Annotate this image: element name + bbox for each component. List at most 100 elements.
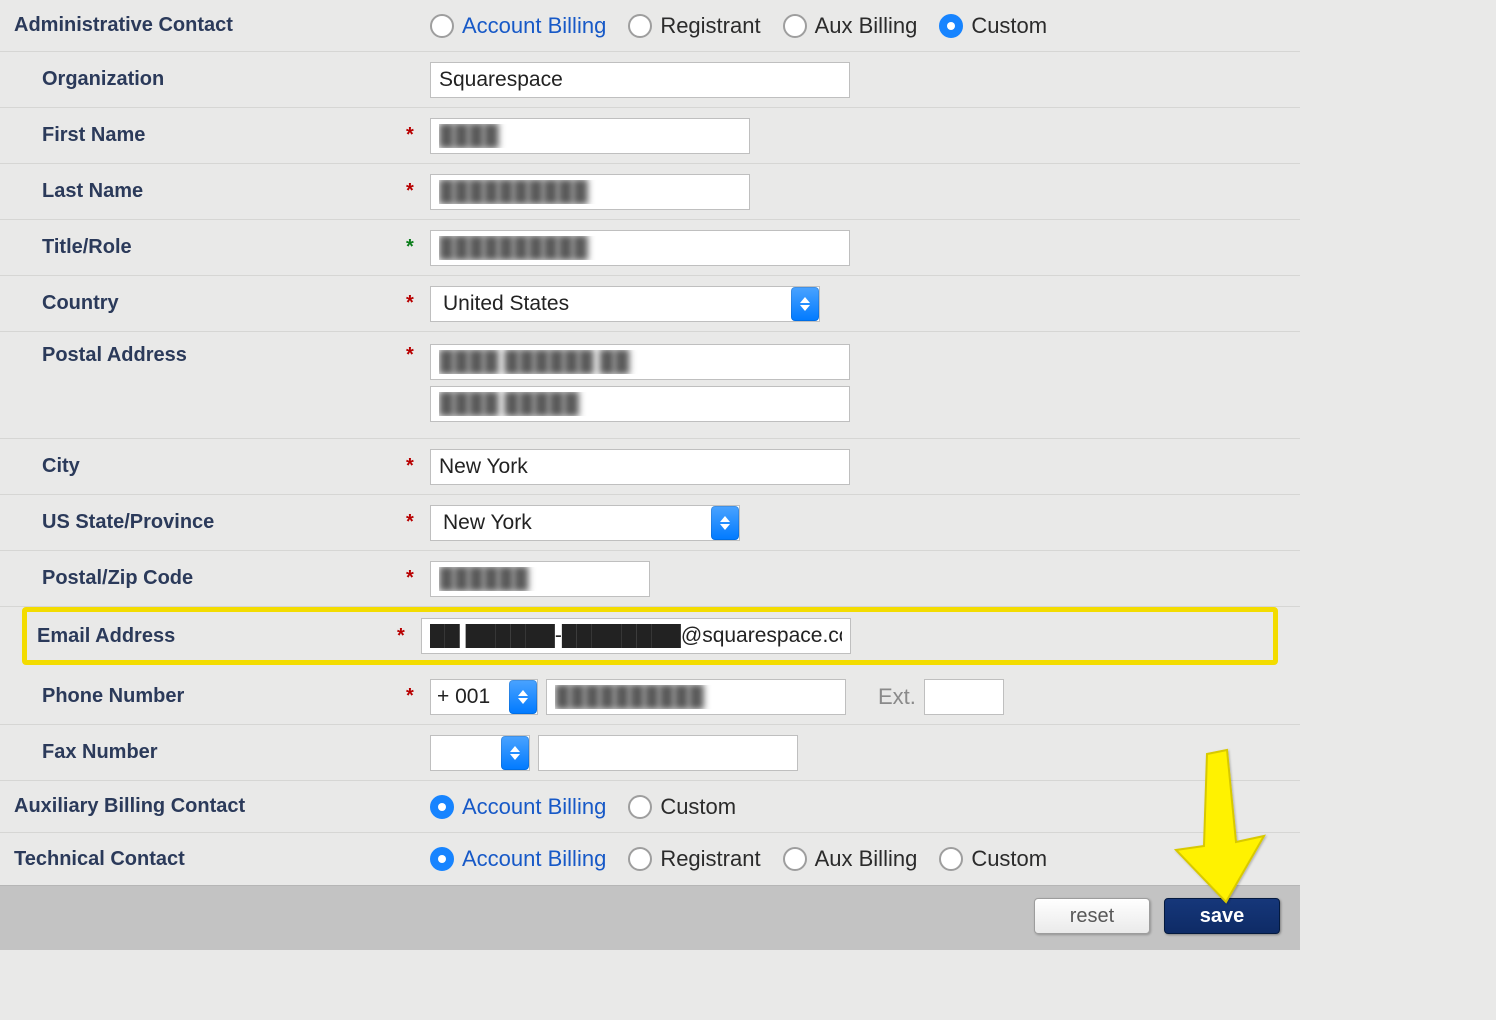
radio-dot-icon (628, 847, 652, 871)
phone-row: Phone Number * + 001 Ext. (0, 669, 1300, 725)
radio-label: Account Billing (462, 13, 606, 39)
first-name-input[interactable] (430, 118, 750, 154)
admin-radio-registrant[interactable]: Registrant (628, 13, 760, 39)
required-icon: * (406, 567, 430, 590)
radio-label: Aux Billing (815, 13, 918, 39)
radio-dot-icon (430, 847, 454, 871)
select-stepper-icon (791, 287, 819, 321)
radio-dot-icon (939, 14, 963, 38)
required-icon: * (406, 124, 430, 147)
aux-radio-custom[interactable]: Custom (628, 794, 736, 820)
state-select[interactable]: New York (430, 505, 740, 541)
organization-input[interactable] (430, 62, 850, 98)
radio-label: Registrant (660, 846, 760, 872)
zip-label: Postal/Zip Code (42, 567, 406, 590)
email-input[interactable] (421, 618, 851, 654)
admin-radio-aux-billing[interactable]: Aux Billing (783, 13, 918, 39)
city-input[interactable] (430, 449, 850, 485)
first-name-label: First Name (42, 124, 406, 147)
country-select-value: United States (443, 292, 569, 316)
reset-button[interactable]: reset (1034, 898, 1150, 934)
admin-contact-title: Administrative Contact (14, 14, 430, 37)
last-name-input[interactable] (430, 174, 750, 210)
tech-radio-account-billing[interactable]: Account Billing (430, 846, 606, 872)
required-icon: * (397, 625, 421, 648)
radio-label: Account Billing (462, 846, 606, 872)
radio-label: Registrant (660, 13, 760, 39)
radio-dot-icon (430, 795, 454, 819)
form-footer: reset save (0, 885, 1300, 950)
state-row: US State/Province * New York (0, 495, 1300, 551)
radio-label: Account Billing (462, 794, 606, 820)
phone-number-input[interactable] (546, 679, 846, 715)
fax-label: Fax Number (42, 741, 406, 764)
technical-radios: Account Billing Registrant Aux Billing C… (430, 846, 1286, 872)
phone-country-code-select[interactable]: + 001 (430, 679, 538, 715)
technical-title: Technical Contact (14, 848, 430, 871)
organization-row: Organization (0, 52, 1300, 108)
aux-billing-radios: Account Billing Custom (430, 794, 1286, 820)
radio-label: Custom (660, 794, 736, 820)
phone-label: Phone Number (42, 685, 406, 708)
required-icon: * (406, 236, 430, 259)
zip-input[interactable] (430, 561, 650, 597)
postal-address-line1-input[interactable] (430, 344, 850, 380)
select-stepper-icon (501, 736, 529, 770)
aux-radio-account-billing[interactable]: Account Billing (430, 794, 606, 820)
phone-ext-input[interactable] (924, 679, 1004, 715)
required-icon: * (406, 180, 430, 203)
title-role-row: Title/Role * (0, 220, 1300, 276)
state-label: US State/Province (42, 511, 406, 534)
fax-number-input[interactable] (538, 735, 798, 771)
country-row: Country * United States (0, 276, 1300, 332)
country-label: Country (42, 292, 406, 315)
city-row: City * (0, 439, 1300, 495)
postal-address-line2-input[interactable] (430, 386, 850, 422)
postal-address-row: Postal Address * (0, 332, 1300, 439)
admin-contact-radios: Account Billing Registrant Aux Billing C… (430, 13, 1286, 39)
radio-dot-icon (430, 14, 454, 38)
email-row: Email Address * (22, 607, 1278, 665)
country-select[interactable]: United States (430, 286, 820, 322)
title-role-label: Title/Role (42, 236, 406, 259)
radio-dot-icon (939, 847, 963, 871)
required-icon: * (406, 511, 430, 534)
admin-radio-account-billing[interactable]: Account Billing (430, 13, 606, 39)
radio-dot-icon (628, 14, 652, 38)
fax-row: Fax Number (0, 725, 1300, 781)
radio-dot-icon (783, 14, 807, 38)
tech-radio-registrant[interactable]: Registrant (628, 846, 760, 872)
organization-label: Organization (42, 68, 406, 91)
zip-row: Postal/Zip Code * (0, 551, 1300, 607)
required-icon: * (406, 685, 430, 708)
required-icon: * (406, 292, 430, 315)
last-name-label: Last Name (42, 180, 406, 203)
phone-ext-label: Ext. (878, 684, 916, 710)
radio-label: Custom (971, 13, 1047, 39)
radio-dot-icon (783, 847, 807, 871)
phone-country-code-value: + 001 (437, 685, 490, 709)
tech-radio-custom[interactable]: Custom (939, 846, 1047, 872)
required-icon: * (406, 344, 430, 367)
technical-contact-section: Technical Contact Account Billing Regist… (0, 833, 1300, 885)
admin-contact-section: Administrative Contact Account Billing R… (0, 0, 1300, 52)
fax-country-code-select[interactable] (430, 735, 530, 771)
title-role-input[interactable] (430, 230, 850, 266)
save-button[interactable]: save (1164, 898, 1280, 934)
admin-radio-custom[interactable]: Custom (939, 13, 1047, 39)
postal-address-label: Postal Address (42, 344, 406, 367)
select-stepper-icon (509, 680, 537, 714)
aux-billing-contact-section: Auxiliary Billing Contact Account Billin… (0, 781, 1300, 833)
email-label: Email Address (37, 625, 397, 648)
aux-billing-title: Auxiliary Billing Contact (14, 795, 430, 818)
last-name-row: Last Name * (0, 164, 1300, 220)
select-stepper-icon (711, 506, 739, 540)
radio-label: Custom (971, 846, 1047, 872)
required-icon: * (406, 455, 430, 478)
tech-radio-aux-billing[interactable]: Aux Billing (783, 846, 918, 872)
state-select-value: New York (443, 511, 532, 535)
radio-dot-icon (628, 795, 652, 819)
radio-label: Aux Billing (815, 846, 918, 872)
first-name-row: First Name * (0, 108, 1300, 164)
city-label: City (42, 455, 406, 478)
